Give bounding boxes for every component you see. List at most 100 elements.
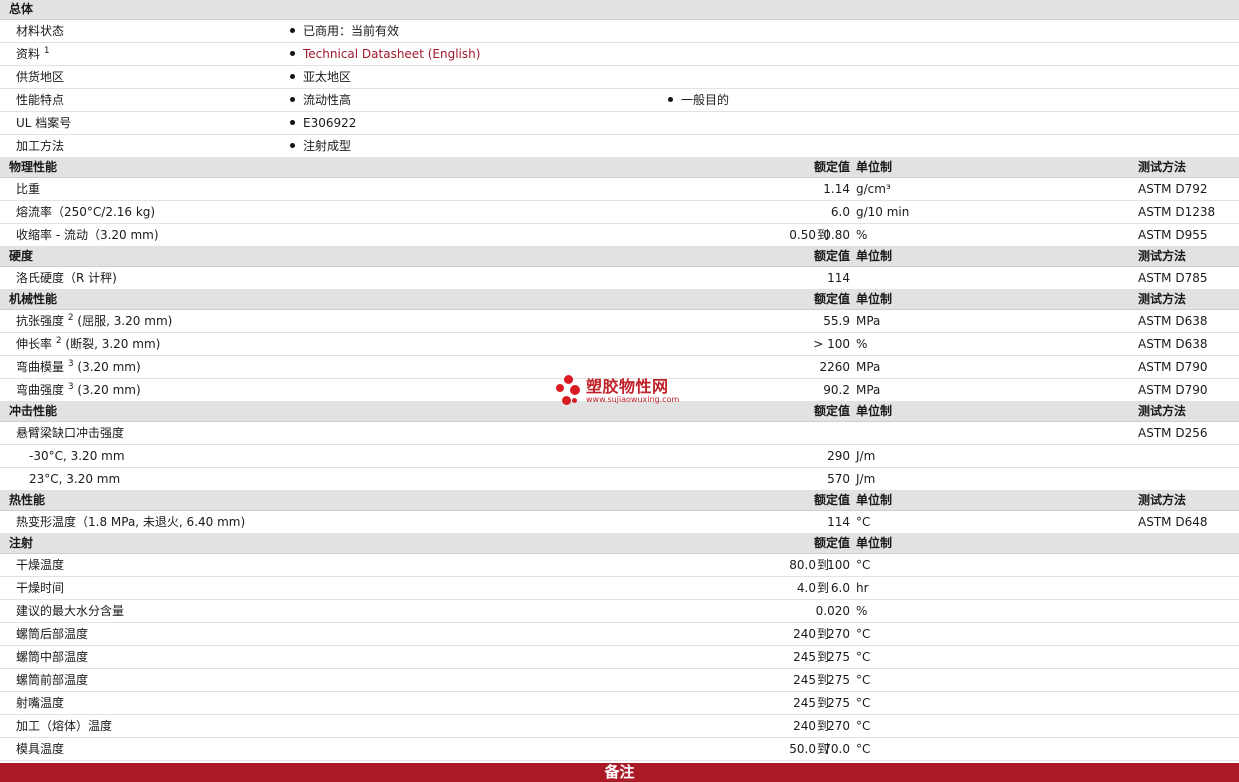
property-row: 螺筒前部温度 245 到 275 °C	[0, 669, 1239, 692]
unit: °C	[856, 696, 871, 710]
col-header-unit: 单位制	[856, 160, 893, 174]
col-header-method: 测试方法	[1138, 249, 1187, 263]
value-hi: 90.2	[823, 383, 850, 397]
datasheet-link[interactable]: Technical Datasheet (English)	[303, 47, 480, 61]
test-method: ASTM D1238	[1138, 205, 1216, 219]
section-title: 机械性能	[9, 292, 58, 306]
section-header-general: 总体	[0, 0, 1239, 20]
value-hi: 270	[827, 719, 850, 733]
row-label: 加工（熔体）温度	[16, 719, 113, 733]
value-hi: 0.020	[815, 604, 850, 618]
row-label: 加工方法	[16, 139, 65, 153]
unit: °C	[856, 719, 871, 733]
unit: °C	[856, 673, 871, 687]
row-label: 弯曲模量 3 (3.20 mm)	[16, 359, 141, 375]
unit: g/cm³	[856, 182, 891, 196]
test-method: ASTM D955	[1138, 228, 1208, 242]
row-label: 弯曲强度 3 (3.20 mm)	[16, 382, 141, 398]
section-title: 物理性能	[9, 160, 58, 174]
unit: %	[856, 228, 868, 242]
row-label: 干燥温度	[16, 558, 65, 572]
value-hi: 290	[827, 449, 850, 463]
unit: °C	[856, 515, 871, 529]
test-method: ASTM D790	[1138, 360, 1208, 374]
col-header-unit: 单位制	[856, 292, 893, 306]
value-lo: 245	[793, 696, 816, 710]
section-title: 硬度	[9, 249, 34, 263]
row-value: 已商用：当前有效	[290, 20, 399, 42]
property-row: 螺筒中部温度 245 到 275 °C	[0, 646, 1239, 669]
row-value: 注射成型	[290, 135, 351, 157]
property-row: 热变形温度（1.8 MPa, 未退火, 6.40 mm) 114 °C ASTM…	[0, 511, 1239, 534]
row-value: Technical Datasheet (English)	[290, 43, 480, 65]
value-hi: 55.9	[823, 314, 850, 328]
property-row: -30°C, 3.20 mm 290 J/m	[0, 445, 1239, 468]
row-label: 供货地区	[16, 70, 65, 84]
unit: °C	[856, 558, 871, 572]
bullet-icon	[290, 143, 295, 148]
unit: %	[856, 337, 868, 351]
value-hi: 2260	[819, 360, 850, 374]
col-header-method: 测试方法	[1138, 493, 1187, 507]
property-row: 干燥温度 80.0 到 100 °C	[0, 554, 1239, 577]
row-label: 建议的最大水分含量	[16, 604, 125, 618]
test-method: ASTM D638	[1138, 337, 1208, 351]
row-label: 比重	[16, 182, 41, 196]
unit: °C	[856, 742, 871, 756]
row-label: 模具温度	[16, 742, 65, 756]
row-label: 熔流率（250°C/2.16 kg)	[16, 205, 156, 219]
value-lo: 4.0	[796, 581, 816, 595]
watermark-url: www.sujiaowuxing.com	[586, 395, 680, 404]
property-row: 建议的最大水分含量 0.020 %	[0, 600, 1239, 623]
row-label: 抗张强度 2 (屈服, 3.20 mm)	[16, 313, 173, 329]
footnote-marker: 2	[67, 313, 74, 323]
value-hi: 114	[827, 515, 850, 529]
unit: g/10 min	[856, 205, 910, 219]
general-row-datasheet: 资料 1 Technical Datasheet (English)	[0, 43, 1239, 66]
footnote-marker: 3	[67, 359, 74, 369]
value-hi: 114	[827, 271, 850, 285]
row-label: 材料状态	[16, 24, 65, 38]
section-title: 注射	[9, 536, 34, 550]
row-label: 悬臂梁缺口冲击强度	[16, 426, 125, 440]
unit: %	[856, 604, 868, 618]
col-header-value: 额定值	[813, 536, 850, 550]
range-to: 到	[817, 581, 830, 595]
row-label: 螺筒后部温度	[16, 627, 89, 641]
unit: hr	[856, 581, 869, 595]
value-hi: 6.0	[830, 581, 850, 595]
unit: J/m	[856, 472, 876, 486]
row-label: 23°C, 3.20 mm	[29, 472, 121, 486]
general-row-status: 材料状态 已商用：当前有效	[0, 20, 1239, 43]
row-value: E306922	[290, 112, 356, 134]
value-hi: 1.14	[823, 182, 850, 196]
col-header-unit: 单位制	[856, 249, 893, 263]
value-lo: 80.0	[789, 558, 816, 572]
property-row: 伸长率 2 (断裂, 3.20 mm) > 100 % ASTM D638	[0, 333, 1239, 356]
col-header-method: 测试方法	[1138, 404, 1187, 418]
section-title: 总体	[9, 2, 34, 16]
bullet-icon	[290, 120, 295, 125]
row-label: 洛氏硬度（R 计秤)	[16, 271, 117, 285]
col-header-value: 额定值	[813, 160, 850, 174]
general-row-process: 加工方法 注射成型	[0, 135, 1239, 158]
property-row: 抗张强度 2 (屈服, 3.20 mm) 55.9 MPa ASTM D638	[0, 310, 1239, 333]
section-header-injection: 注射 额定值 单位制	[0, 534, 1239, 554]
row-label: -30°C, 3.20 mm	[29, 449, 125, 463]
value-hi: 570	[827, 472, 850, 486]
value-hi: 275	[827, 650, 850, 664]
section-header-thermal: 热性能 额定值 单位制 测试方法	[0, 491, 1239, 511]
unit: °C	[856, 650, 871, 664]
value-lo: 240	[793, 627, 816, 641]
section-title: 热性能	[9, 493, 46, 507]
watermark-logo-dot	[570, 385, 580, 395]
footnote-marker: 2	[55, 336, 62, 346]
value-hi: 0.80	[823, 228, 850, 242]
value-lo: 0.50	[789, 228, 816, 242]
watermark-logo-dot	[564, 375, 573, 384]
row-label: 螺筒中部温度	[16, 650, 89, 664]
row-label: 资料 1	[16, 46, 50, 62]
col-header-unit: 单位制	[856, 404, 893, 418]
test-method: ASTM D256	[1138, 426, 1208, 440]
section-title: 冲击性能	[9, 404, 58, 418]
